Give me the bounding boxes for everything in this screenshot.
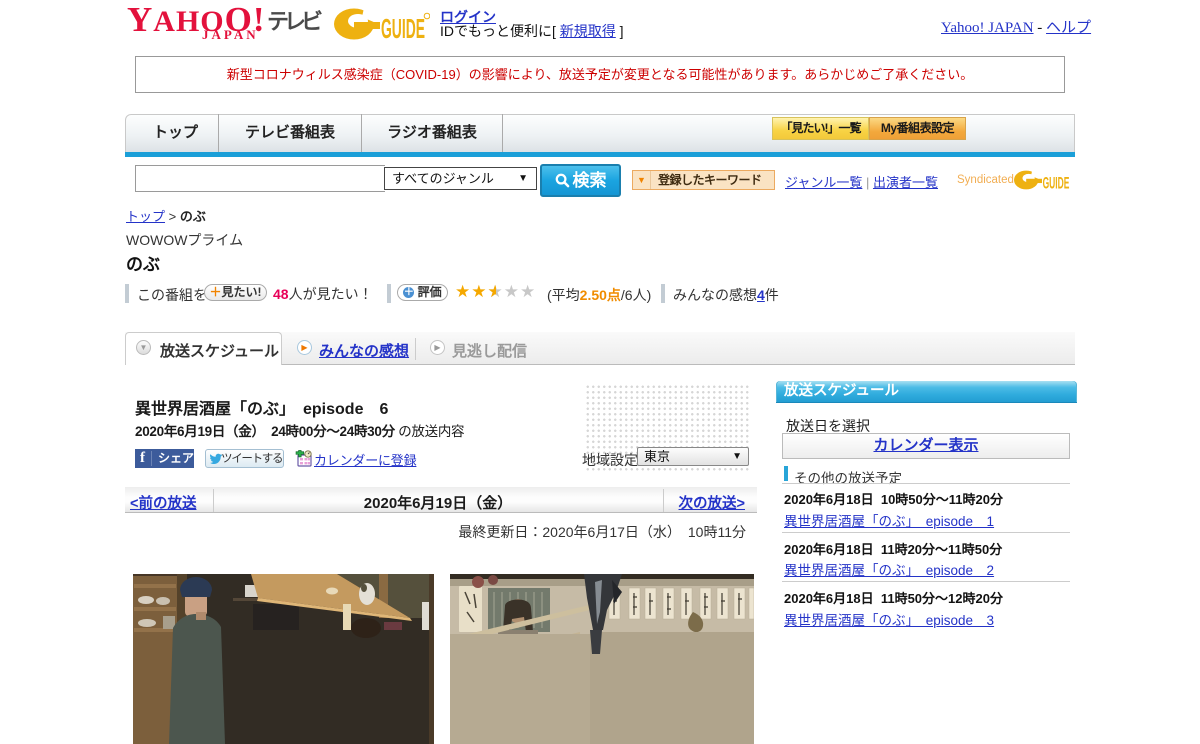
svg-text:GUIDE: GUIDE	[1043, 174, 1070, 193]
svg-text:GUIDE: GUIDE	[381, 13, 425, 40]
